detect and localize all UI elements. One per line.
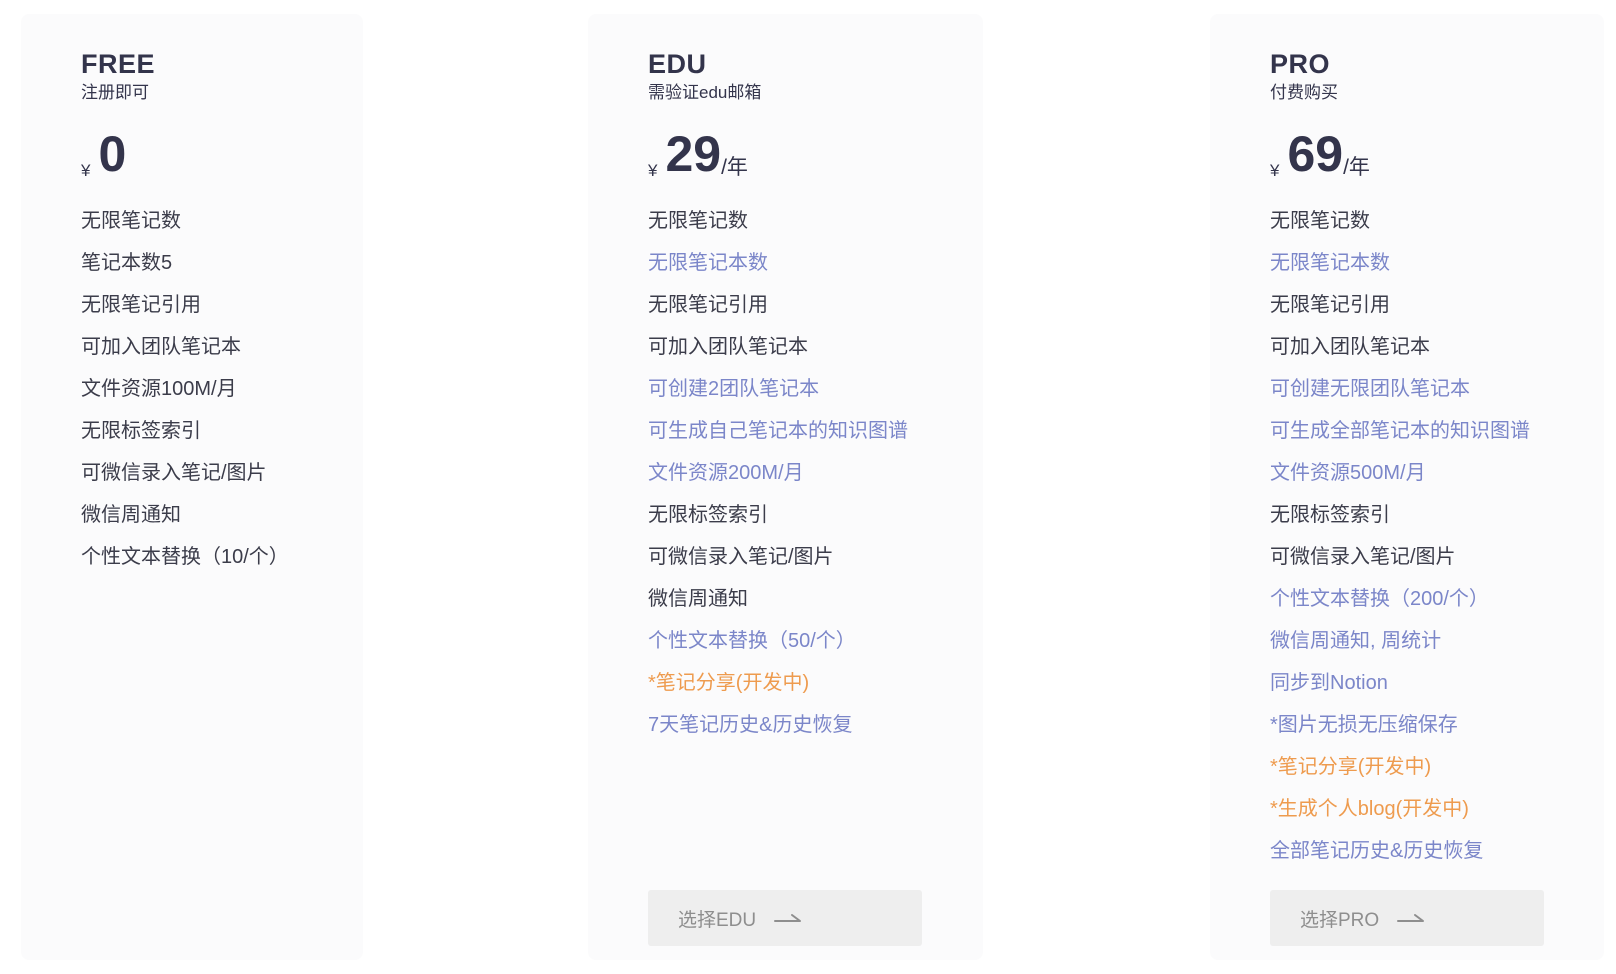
feature-list: 无限笔记数无限笔记本数 无限笔记引用可加入团队笔记本 可创建2团队笔记本可生成自己笔…: [648, 200, 963, 746]
feature-item: 全部笔记历史&历史恢复: [1270, 840, 1484, 862]
feature-item: 同步到Notion: [1270, 672, 1388, 694]
select-pro-button[interactable]: 选择PRO: [1270, 890, 1544, 946]
plan-name: FREE: [81, 49, 156, 79]
select-pro-label: 选择PRO: [1300, 909, 1380, 931]
currency-symbol: ¥: [81, 161, 91, 180]
feature-item: 无限标签索引: [81, 420, 201, 442]
currency-symbol: ¥: [648, 161, 658, 180]
feature-item: 微信周通知: [648, 588, 748, 610]
feature-item: 笔记本数5: [81, 252, 173, 274]
feature-list: 无限笔记数无限笔记本数 无限笔记引用可加入团队笔记本可创建无限团队笔记本可生成全部…: [1270, 200, 1584, 872]
feature-item: 可微信录入笔记/图片: [1270, 546, 1456, 568]
feature-item: 可创建无限团队笔记本: [1270, 378, 1470, 400]
feature-item: 无限笔记引用: [1270, 294, 1390, 316]
feature-item: 无限笔记数: [1270, 210, 1370, 232]
currency-symbol: ¥: [1270, 161, 1280, 180]
feature-item: 无限笔记本数: [1270, 252, 1390, 274]
feature-item: 无限笔记数: [648, 210, 748, 232]
feature-item: 可加入团队笔记本: [648, 336, 808, 358]
plan-subtitle: 付费购买: [1270, 83, 1338, 102]
feature-item: 个性文本替换（200/个）: [1270, 588, 1489, 610]
long-right-arrow-icon: [774, 908, 802, 930]
feature-item: 无限笔记引用: [81, 294, 201, 316]
feature-item: 可微信录入笔记/图片: [648, 546, 834, 568]
feature-item: 可微信录入笔记/图片: [81, 462, 267, 484]
plan-price: ¥0: [81, 126, 343, 182]
feature-item: 无限笔记本数: [648, 252, 768, 274]
plan-card-edu: EDU 需验证edu邮箱 ¥29/年 无限笔记数无限笔记本数 无限笔记引用可加入团…: [588, 14, 983, 960]
feature-item: 无限标签索引: [1270, 504, 1390, 526]
feature-item: 个性文本替换（10/个）: [81, 546, 289, 568]
feature-item: 文件资源100M/月: [81, 378, 237, 400]
feature-list: 无限笔记数笔记本数5 无限笔记引用可加入团队笔记本 文件资源100M/月 无限标签索引…: [81, 200, 343, 578]
feature-item: 文件资源200M/月: [648, 462, 804, 484]
feature-item: 文件资源500M/月: [1270, 462, 1426, 484]
feature-item: 无限标签索引: [648, 504, 768, 526]
price-period: /年: [1343, 156, 1370, 179]
feature-item: 微信周通知: [81, 504, 181, 526]
feature-item: 可加入团队笔记本: [81, 336, 241, 358]
plan-subtitle: 注册即可: [81, 83, 149, 102]
price-period: /年: [721, 156, 748, 179]
feature-item: 无限笔记引用: [648, 294, 768, 316]
price-amount: 69: [1287, 126, 1344, 182]
plan-card-free: FREE 注册即可 ¥0 无限笔记数笔记本数5 无限笔记引用可加入团队笔记本 文件资…: [21, 14, 363, 960]
feature-item: *笔记分享(开发中): [648, 672, 810, 694]
price-amount: 0: [98, 126, 127, 182]
feature-item: 可生成自己笔记本的知识图谱: [648, 420, 908, 442]
select-edu-label: 选择EDU: [678, 909, 757, 931]
feature-item: 可创建2团队笔记本: [648, 378, 820, 400]
plan-card-pro: PRO 付费购买 ¥69/年 无限笔记数无限笔记本数 无限笔记引用可加入团队笔记本…: [1210, 14, 1604, 960]
plan-subtitle: 需验证edu邮箱: [648, 83, 762, 102]
feature-item: 7天笔记历史&历史恢复: [648, 714, 853, 736]
plan-content-edu: EDU 需验证edu邮箱 ¥29/年 无限笔记数无限笔记本数 无限笔记引用可加入团…: [648, 48, 963, 746]
plan-price: ¥69/年: [1270, 126, 1584, 182]
plan-price: ¥29/年: [648, 126, 963, 182]
plan-content-free: FREE 注册即可 ¥0 无限笔记数笔记本数5 无限笔记引用可加入团队笔记本 文件资…: [81, 48, 343, 578]
long-right-arrow-icon: [1397, 908, 1425, 930]
feature-item: *笔记分享(开发中): [1270, 756, 1432, 778]
feature-item: 可加入团队笔记本: [1270, 336, 1430, 358]
plan-name: EDU: [648, 49, 707, 79]
select-edu-button[interactable]: 选择EDU: [648, 890, 922, 946]
price-amount: 29: [665, 126, 722, 182]
feature-item: 个性文本替换（50/个）: [648, 630, 856, 652]
feature-item: *生成个人blog(开发中): [1270, 798, 1469, 820]
plan-content-pro: PRO 付费购买 ¥69/年 无限笔记数无限笔记本数 无限笔记引用可加入团队笔记本…: [1270, 48, 1584, 872]
plan-name: PRO: [1270, 49, 1331, 79]
feature-item: 可生成全部笔记本的知识图谱: [1270, 420, 1530, 442]
feature-item: 无限笔记数: [81, 210, 181, 232]
feature-item: *图片无损无压缩保存: [1270, 714, 1458, 736]
feature-item: 微信周通知, 周统计: [1270, 630, 1442, 652]
